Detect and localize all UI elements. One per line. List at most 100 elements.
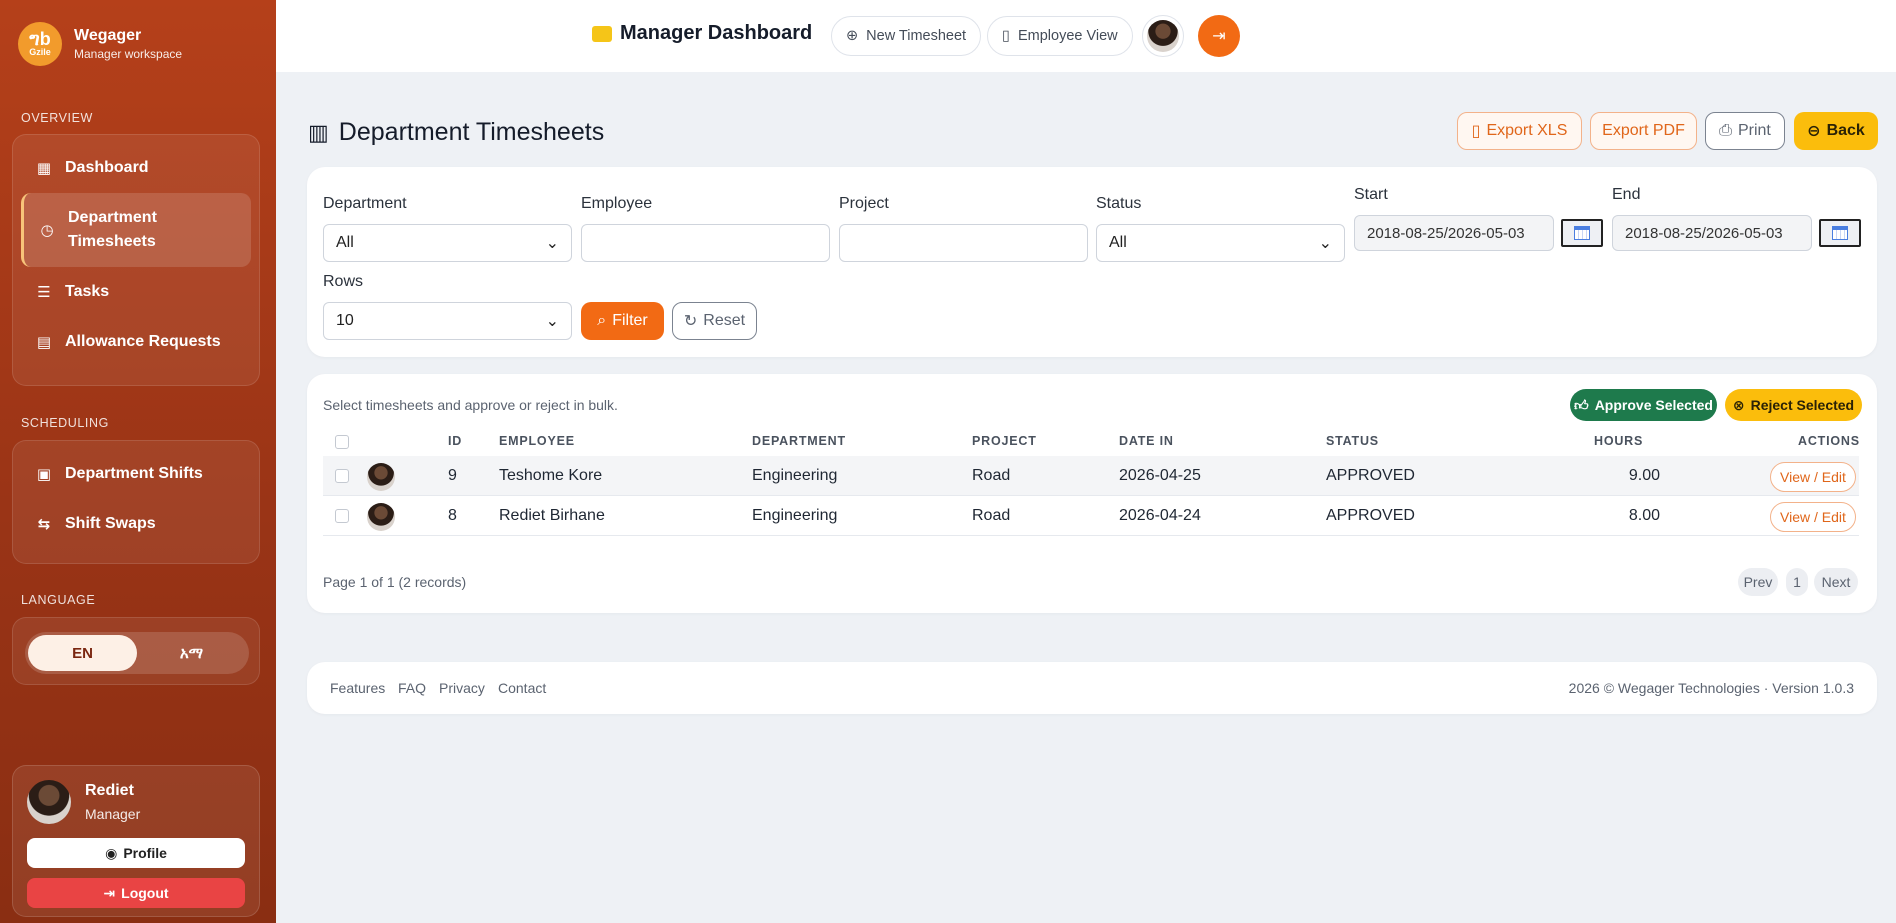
page-title: ▥ Department Timesheets	[308, 118, 604, 147]
approve-selected-button[interactable]: 👍︎ Approve Selected	[1570, 389, 1717, 421]
col-header-project: PROJECT	[972, 434, 1037, 448]
avatar	[27, 780, 71, 824]
project-input[interactable]	[839, 224, 1088, 262]
employee-input[interactable]	[581, 224, 830, 262]
export-xls-button[interactable]: ▯ Export XLS	[1457, 112, 1582, 150]
employee-label: Employee	[581, 195, 653, 212]
sidebar: ግb Gzile Wegager Manager workspace OVERV…	[0, 0, 276, 923]
sidebar-item-department-shifts[interactable]: ▣ Department Shifts	[21, 449, 251, 499]
nav-group-scheduling: ▣ Department Shifts ⇆ Shift Swaps	[12, 440, 260, 564]
cell-status: APPROVED	[1326, 467, 1415, 484]
language-switcher: EN አማ	[12, 617, 260, 685]
col-header-department: DEPARTMENT	[752, 434, 846, 448]
cell-project: Road	[972, 467, 1011, 484]
view-edit-button[interactable]: View / Edit	[1770, 502, 1856, 532]
calendar-icon	[1574, 226, 1590, 240]
sidebar-item-allowance-requests[interactable]: ▤ Allowance Requests	[21, 317, 251, 367]
footer-link-features[interactable]: Features	[330, 680, 385, 696]
chevron-down-icon: ⌄	[545, 313, 559, 330]
sidebar-item-label: Tasks	[65, 283, 110, 300]
sidebar-item-shift-swaps[interactable]: ⇆ Shift Swaps	[21, 499, 251, 549]
topbar-logout-button[interactable]: ⇥	[1198, 15, 1240, 57]
start-label: Start	[1354, 186, 1388, 203]
id-badge-icon: ▯	[1002, 28, 1010, 44]
nav-group-overview: ▦ Dashboard ◷ Department Timesheets ☰ Ta…	[12, 134, 260, 386]
profile-button-label: Profile	[123, 845, 167, 861]
calendar-icon	[1832, 226, 1848, 240]
employee-view-button[interactable]: ▯ Employee View	[987, 16, 1133, 56]
language-en-button[interactable]: EN	[28, 635, 137, 671]
row-checkbox[interactable]	[335, 469, 349, 483]
cell-status: APPROVED	[1326, 507, 1415, 524]
sidebar-item-tasks[interactable]: ☰ Tasks	[21, 267, 251, 317]
swap-icon: ⇆	[37, 516, 51, 533]
topbar-avatar[interactable]	[1142, 15, 1184, 57]
brand[interactable]: ግb Gzile Wegager Manager workspace	[18, 22, 182, 66]
status-select[interactable]: All ⌄	[1096, 224, 1345, 262]
brand-logo-mark: ግb	[29, 29, 51, 49]
logout-button-label: Logout	[121, 885, 169, 901]
reset-button[interactable]: ↻ Reset	[672, 302, 757, 340]
end-label: End	[1612, 186, 1641, 203]
user-circle-icon: ◉	[105, 844, 118, 861]
pagination-prev-button[interactable]: Prev	[1738, 568, 1778, 596]
row-checkbox[interactable]	[335, 509, 349, 523]
logout-button[interactable]: ⇥ Logout	[27, 878, 245, 908]
col-header-actions: ACTIONS	[1798, 434, 1860, 448]
view-edit-button[interactable]: View / Edit	[1770, 462, 1856, 492]
end-calendar-button[interactable]	[1819, 219, 1861, 247]
building-icon: ▥	[308, 119, 329, 145]
start-date-input[interactable]: 2018-08-25/2026-05-03	[1354, 215, 1554, 251]
footer-link-privacy[interactable]: Privacy	[439, 680, 485, 696]
thumbs-up-icon: 👍︎	[1574, 396, 1589, 413]
cell-date-in: 2026-04-25	[1119, 467, 1201, 484]
footer-link-faq[interactable]: FAQ	[398, 680, 426, 696]
plus-circle-icon: ⊕	[846, 28, 859, 44]
language-am-button[interactable]: አማ	[137, 635, 246, 671]
print-label: Print	[1737, 122, 1771, 139]
file-icon: ▯	[1471, 123, 1481, 140]
rows-select[interactable]: 10 ⌄	[323, 302, 572, 340]
back-button[interactable]: ⊖ Back	[1794, 112, 1878, 150]
brand-subtitle: Manager workspace	[74, 47, 183, 61]
profile-button[interactable]: ◉ Profile	[27, 838, 245, 868]
filter-button-label: Filter	[612, 312, 648, 329]
print-button[interactable]: ⎙ Print	[1705, 112, 1785, 150]
reset-button-label: Reset	[703, 312, 746, 329]
x-circle-icon: ⊗	[1732, 396, 1745, 413]
inbox-icon: ▤	[36, 334, 52, 351]
department-select-value: All	[336, 234, 354, 251]
filter-button[interactable]: ⌕ Filter	[581, 302, 664, 340]
rows-label: Rows	[323, 273, 364, 290]
table-row: 9 Teshome Kore Engineering Road 2026-04-…	[323, 456, 1859, 496]
topbar-title-text: Manager Dashboard	[620, 22, 813, 44]
pagination-page-1[interactable]: 1	[1786, 568, 1808, 596]
sidebar-item-label: Department Shifts	[65, 465, 203, 482]
sidebar-item-label: Allowance Requests	[65, 333, 221, 350]
select-all-checkbox[interactable]	[335, 435, 349, 449]
col-header-hours: HOURS	[1594, 434, 1644, 448]
table-row: 8 Rediet Birhane Engineering Road 2026-0…	[323, 496, 1859, 536]
briefcase-icon	[592, 25, 612, 42]
reject-selected-button[interactable]: ⊗ Reject Selected	[1725, 389, 1862, 421]
section-label-language: LANGUAGE	[21, 593, 96, 607]
chevron-down-icon: ⌄	[1318, 235, 1332, 252]
refresh-icon: ↻	[683, 313, 698, 330]
cell-project: Road	[972, 507, 1011, 524]
export-pdf-button[interactable]: Export PDF	[1590, 112, 1697, 150]
brand-name: Wegager	[74, 27, 142, 44]
footer-copyright: 2026 © Wegager Technologies · Version 1.…	[1568, 680, 1854, 696]
sidebar-item-dashboard[interactable]: ▦ Dashboard	[21, 143, 251, 193]
rows-select-value: 10	[336, 312, 354, 329]
end-date-input[interactable]: 2018-08-25/2026-05-03	[1612, 215, 1812, 251]
sidebar-item-department-timesheets[interactable]: ◷ Department Timesheets	[21, 193, 251, 267]
pagination-next-button[interactable]: Next	[1814, 568, 1858, 596]
chevron-down-icon: ⌄	[545, 235, 559, 252]
footer-link-contact[interactable]: Contact	[498, 680, 546, 696]
new-timesheet-button[interactable]: ⊕ New Timesheet	[831, 16, 982, 56]
logout-icon: ⇥	[1212, 28, 1226, 45]
department-select[interactable]: All ⌄	[323, 224, 572, 262]
start-calendar-button[interactable]	[1561, 219, 1603, 247]
brand-logo: ግb Gzile	[18, 22, 62, 66]
user-card: Rediet Manager ◉ Profile ⇥ Logout	[12, 765, 260, 917]
